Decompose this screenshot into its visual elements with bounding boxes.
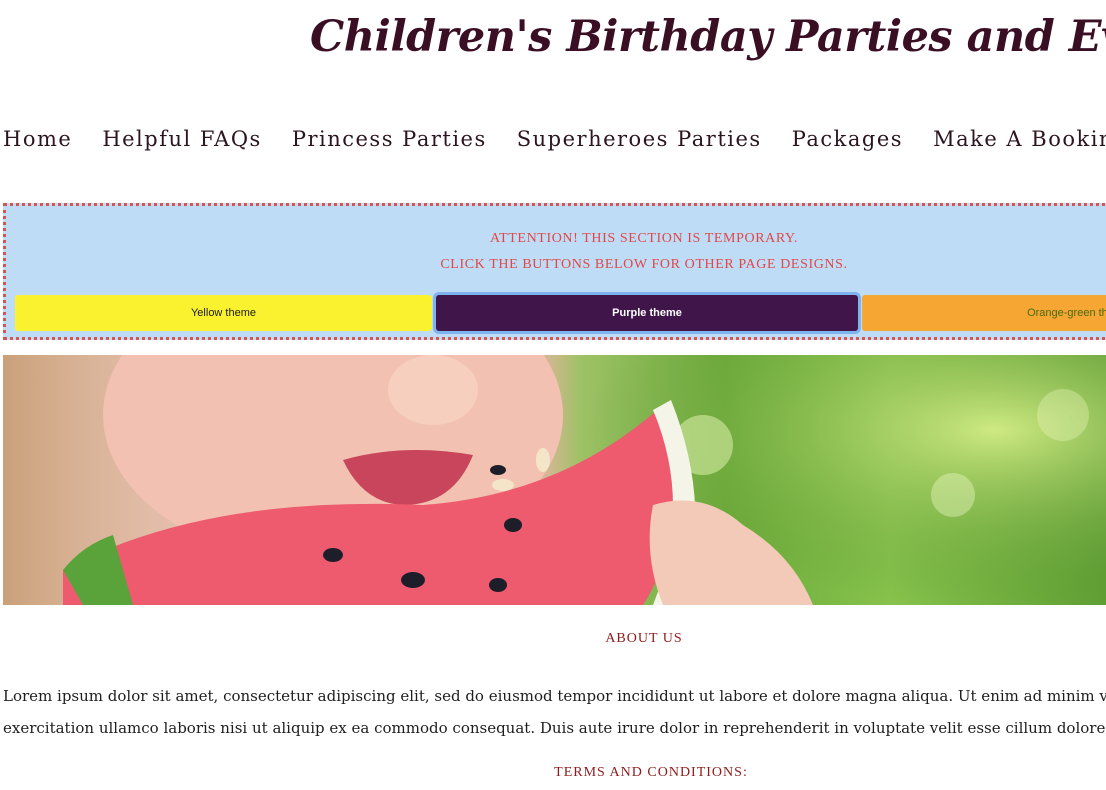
bokeh-light (1037, 389, 1089, 441)
nav-item-make-a-booking[interactable]: Make A Booking / Con (933, 127, 1106, 151)
child-nose (388, 355, 478, 425)
nav-item-packages[interactable]: Packages (792, 127, 903, 151)
nav-item-princess-parties[interactable]: Princess Parties (292, 127, 487, 151)
about-us-text: Lorem ipsum dolor sit amet, consectetur … (3, 680, 1106, 744)
watermelon-seed (489, 578, 507, 592)
notice-line-instructions: CLICK THE BUTTONS BELOW FOR OTHER PAGE D… (440, 257, 848, 272)
terms-heading: TERMS AND CONDITIONS: (554, 765, 748, 780)
hero-image (3, 355, 1106, 605)
about-us-text-line-1: Lorem ipsum dolor sit amet, consectetur … (3, 687, 1106, 705)
hero-illustration (3, 355, 1106, 605)
watermelon-seed (504, 518, 522, 532)
watermelon-seed-light (536, 448, 550, 472)
about-us-text-line-2: exercitation ullamco laboris nisi ut ali… (3, 719, 1106, 737)
bokeh-light (931, 473, 975, 517)
nav-item-home[interactable]: Home (3, 127, 72, 151)
nav-item-superheroes-parties[interactable]: Superheroes Parties (517, 127, 762, 151)
watermelon-seed (323, 548, 343, 562)
nav-item-helpful-faqs[interactable]: Helpful FAQs (102, 127, 262, 151)
watermelon-seed (490, 465, 506, 475)
watermelon-seed-light (492, 479, 514, 491)
orange-green-theme-button[interactable]: Orange-green the (862, 295, 1106, 331)
purple-theme-button[interactable]: Purple theme (436, 295, 858, 331)
page: Children's Birthday Parties and Events H… (0, 0, 1106, 790)
temporary-notice: ATTENTION! THIS SECTION IS TEMPORARY. CL… (3, 203, 1106, 340)
about-us-heading: ABOUT US (605, 631, 683, 646)
yellow-theme-button[interactable]: Yellow theme (15, 295, 432, 331)
site-title[interactable]: Children's Birthday Parties and Events (310, 12, 1106, 62)
main-nav: Home Helpful FAQs Princess Parties Super… (3, 127, 1106, 151)
watermelon-seed (401, 572, 425, 588)
notice-line-attention: ATTENTION! THIS SECTION IS TEMPORARY. (489, 231, 799, 246)
